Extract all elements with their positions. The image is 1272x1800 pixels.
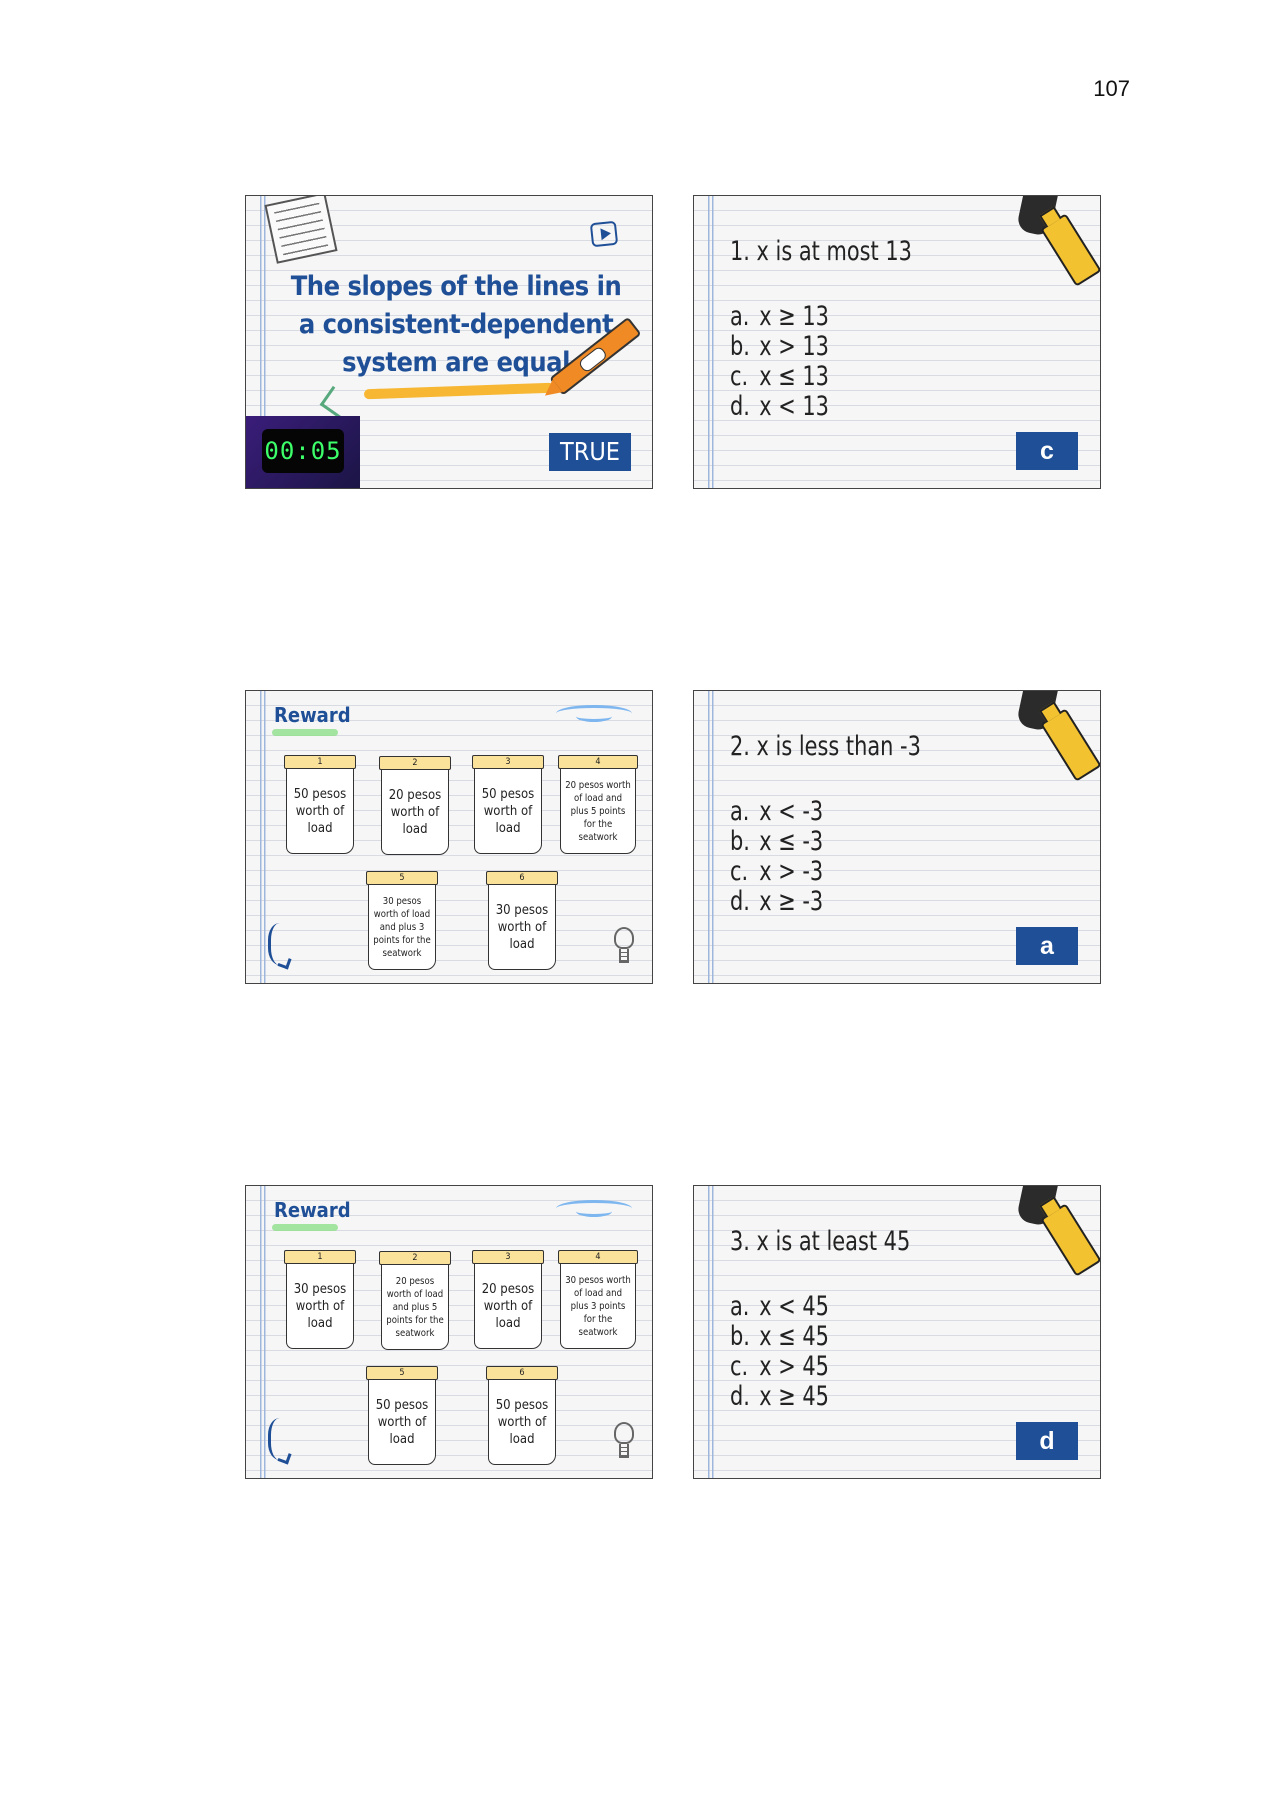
slide-true-false: The slopes of the lines in a consistent-… — [245, 195, 653, 489]
option-b[interactable]: b. x ≤ -3 — [730, 827, 823, 857]
slide-question-2: 2. x is less than -3 a. x < -3 b. x ≤ -3 c… — [693, 690, 1101, 984]
reward-card-6[interactable]: 6 50 pesos worth of load — [486, 1366, 558, 1465]
wave-decoration-icon — [556, 705, 632, 722]
page-number: 107 — [1093, 76, 1130, 101]
option-b[interactable]: b. x ≤ 45 — [730, 1322, 829, 1352]
option-d[interactable]: d. x < 13 — [730, 392, 829, 422]
lightbulb-icon — [614, 1422, 634, 1458]
option-list: a. x ≥ 13 b. x > 13 c. x ≤ 13 d. x < 13 — [730, 302, 829, 422]
question-text: 3. x is at least 45 — [730, 1226, 911, 1257]
reward-card-4[interactable]: 4 20 pesos worth of load and plus 5 poin… — [558, 755, 638, 854]
question-text: 1. x is at most 13 — [730, 236, 912, 267]
slide-question-3: 3. x is at least 45 a. x < 45 b. x ≤ 45 c.… — [693, 1185, 1101, 1479]
lightbulb-icon — [614, 927, 634, 963]
reward-card-3[interactable]: 3 20 pesos worth of load — [472, 1250, 544, 1349]
reward-card-1[interactable]: 1 50 pesos worth of load — [284, 755, 356, 854]
slide-reward-1: Reward 1 50 pesos worth of load 2 20 pes… — [245, 690, 653, 984]
answer-button[interactable]: a — [1016, 927, 1078, 965]
option-list: a. x < -3 b. x ≤ -3 c. x > -3 d. x ≥ -3 — [730, 797, 823, 917]
highlighter-icon — [1040, 213, 1100, 287]
reward-card-6[interactable]: 6 30 pesos worth of load — [486, 871, 558, 970]
option-d[interactable]: d. x ≥ -3 — [730, 887, 823, 917]
question-text: 2. x is less than -3 — [730, 731, 921, 762]
reward-card-2[interactable]: 2 20 pesos worth of load — [379, 756, 451, 855]
reward-title: Reward — [274, 703, 351, 727]
option-a[interactable]: a. x ≥ 13 — [730, 302, 829, 332]
option-list: a. x < 45 b. x ≤ 45 c. x > 45 d. x ≥ 45 — [730, 1292, 829, 1412]
highlighter-icon — [1040, 1203, 1100, 1277]
swap-arrow-icon — [268, 923, 297, 965]
reward-title: Reward — [274, 1198, 351, 1222]
reward-card-4[interactable]: 4 30 pesos worth of load and plus 3 poin… — [558, 1250, 638, 1349]
highlighter-icon — [1040, 708, 1100, 782]
highlight-underline — [363, 382, 555, 400]
option-c[interactable]: c. x ≤ 13 — [730, 362, 829, 392]
countdown-timer: 00:05 — [262, 429, 344, 473]
reward-card-3[interactable]: 3 50 pesos worth of load — [472, 755, 544, 854]
reward-card-5[interactable]: 5 50 pesos worth of load — [366, 1366, 438, 1465]
paper-icon — [264, 196, 338, 264]
option-a[interactable]: a. x < -3 — [730, 797, 823, 827]
title-underline — [272, 1224, 338, 1231]
reward-card-1[interactable]: 1 30 pesos worth of load — [284, 1250, 356, 1349]
option-d[interactable]: d. x ≥ 45 — [730, 1382, 829, 1412]
reward-card-2[interactable]: 2 20 pesos worth of load and plus 5 poin… — [379, 1251, 451, 1350]
swap-arrow-icon — [268, 1418, 297, 1460]
wave-decoration-icon — [556, 1200, 632, 1217]
slide-question-1: 1. x is at most 13 a. x ≥ 13 b. x > 13 c. x… — [693, 195, 1101, 489]
slide-reward-2: Reward 1 30 pesos worth of load 2 20 pes… — [245, 1185, 653, 1479]
title-underline — [272, 729, 338, 736]
timer-panel: 00:05 — [246, 416, 360, 488]
option-b[interactable]: b. x > 13 — [730, 332, 829, 362]
option-a[interactable]: a. x < 45 — [730, 1292, 829, 1322]
answer-true-button[interactable]: TRUE — [549, 433, 631, 471]
reward-card-5[interactable]: 5 30 pesos worth of load and plus 3 poin… — [366, 871, 438, 970]
option-c[interactable]: c. x > 45 — [730, 1352, 829, 1382]
option-c[interactable]: c. x > -3 — [730, 857, 823, 887]
arrow-decoration-icon — [319, 385, 354, 420]
play-icon[interactable] — [589, 220, 619, 248]
answer-button[interactable]: c — [1016, 432, 1078, 470]
answer-button[interactable]: d — [1016, 1422, 1078, 1460]
